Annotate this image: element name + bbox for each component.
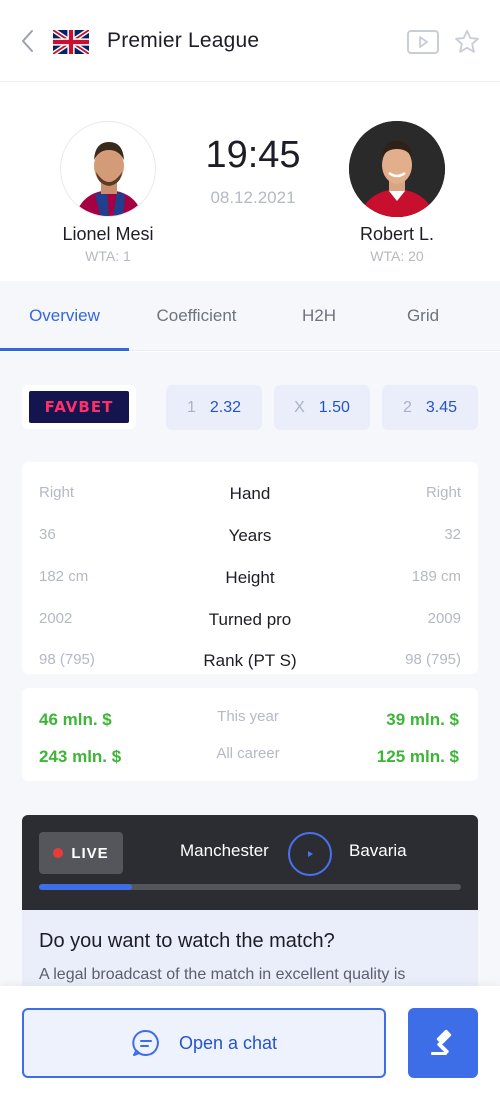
odd-key: 1: [186, 398, 196, 416]
odd-value: 1.50: [318, 398, 350, 416]
stat-right-value: 32: [444, 526, 461, 543]
team-a-name: Manchester: [180, 841, 269, 860]
league-title: Premier League: [107, 29, 260, 52]
match-progress-fill: [39, 884, 132, 890]
stat-label: Rank (PT S): [203, 651, 297, 670]
earnings-label: All career: [216, 745, 280, 762]
stat-left-value: 182 cm: [39, 568, 89, 585]
bookmaker-name: FAVBET: [29, 391, 129, 423]
player-right-avatar: [349, 121, 445, 217]
stat-right-value: 2009: [427, 610, 461, 627]
odd-key: 2: [402, 398, 412, 416]
stat-right-value: 98 (795): [405, 651, 461, 668]
odd-key: X: [294, 398, 305, 416]
tab-coefficient[interactable]: Coefficient: [129, 281, 264, 351]
live-dot-icon: [53, 848, 64, 858]
app-header: Premier League: [0, 0, 500, 82]
gavel-icon: [431, 1029, 452, 1055]
odd-value: 3.45: [425, 398, 458, 416]
open-chat-label: Open a chat: [178, 1032, 278, 1053]
match-date: 08.12.2021: [210, 188, 296, 207]
active-tab-indicator: [0, 348, 129, 351]
star-favorite-icon[interactable]: [453, 28, 481, 56]
back-chevron-icon[interactable]: [14, 26, 40, 56]
stat-left-value: Right: [39, 484, 75, 501]
stat-label: Years: [228, 526, 272, 545]
stat-left-value: 98 (795): [39, 651, 95, 668]
match-time: 19:45: [205, 134, 301, 176]
match-progress-bar: [39, 884, 461, 890]
tab-overview[interactable]: Overview: [0, 281, 129, 351]
stat-label: Height: [225, 568, 275, 587]
live-badge[interactable]: LIVE: [39, 832, 123, 874]
stat-right-value: 189 cm: [411, 568, 461, 585]
player-right-ranking: WTA: 20: [370, 248, 424, 264]
odd-value: 2.32: [209, 398, 242, 416]
earnings-row: 46 mln. $ This year 39 mln. $: [22, 704, 478, 734]
earnings-card: 46 mln. $ This year 39 mln. $ 243 mln. $…: [22, 688, 478, 781]
earnings-left-value: 243 mln. $: [39, 747, 122, 766]
earnings-left-value: 46 mln. $: [39, 710, 112, 729]
tab-grid[interactable]: Grid: [374, 281, 472, 351]
earnings-label: This year: [217, 708, 279, 725]
earnings-right-value: 125 mln. $: [376, 747, 459, 766]
tab-bar: Overview Coefficient H2H Grid: [0, 281, 500, 351]
stat-right-value: Right: [425, 484, 461, 501]
stat-label: Turned pro: [208, 610, 292, 629]
player-stats-card: Right Hand Right 36 Years 32 182 cm Heig…: [22, 462, 478, 674]
play-icon[interactable]: [288, 832, 332, 876]
watch-description: A legal broadcast of the match in excell…: [39, 966, 406, 983]
stat-row: 98 (795) Rank (PT S) 98 (795): [22, 639, 478, 679]
watch-promo-card: Do you want to watch the match? A legal …: [22, 910, 478, 990]
stat-left-value: 2002: [39, 610, 73, 627]
team-b-name: Bavaria: [349, 841, 407, 860]
player-left-name: Lionel Mesi: [62, 224, 154, 244]
earnings-right-value: 39 mln. $: [386, 710, 459, 729]
stat-row: Right Hand Right: [22, 472, 478, 512]
stat-row: 2002 Turned pro 2009: [22, 598, 478, 638]
player-left-avatar: [60, 121, 156, 217]
player-left-ranking: WTA: 1: [85, 248, 131, 264]
odd-away-button[interactable]: 2 3.45: [382, 385, 478, 430]
uk-flag-icon: [51, 28, 91, 56]
live-label: LIVE: [71, 844, 109, 862]
player-right-name: Robert L.: [359, 224, 435, 244]
earnings-row: 243 mln. $ All career 125 mln. $: [22, 741, 478, 771]
stat-row: 36 Years 32: [22, 514, 478, 554]
stat-left-value: 36: [39, 526, 56, 543]
watch-title: Do you want to watch the match?: [39, 930, 335, 952]
odd-draw-button[interactable]: X 1.50: [274, 385, 370, 430]
video-icon[interactable]: [406, 28, 440, 56]
bookmaker-logo[interactable]: FAVBET: [22, 385, 136, 429]
live-match-card: LIVE Manchester Bavaria: [22, 815, 478, 910]
odd-home-button[interactable]: 1 2.32: [166, 385, 262, 430]
open-chat-button[interactable]: Open a chat: [22, 1008, 386, 1078]
auction-gavel-button[interactable]: [408, 1008, 478, 1078]
bottom-action-bar: Open a chat: [0, 986, 500, 1101]
stat-row: 182 cm Height 189 cm: [22, 556, 478, 596]
tab-h2h[interactable]: H2H: [264, 281, 374, 351]
chat-bubble-icon: [132, 1029, 159, 1056]
stat-label: Hand: [229, 484, 271, 503]
